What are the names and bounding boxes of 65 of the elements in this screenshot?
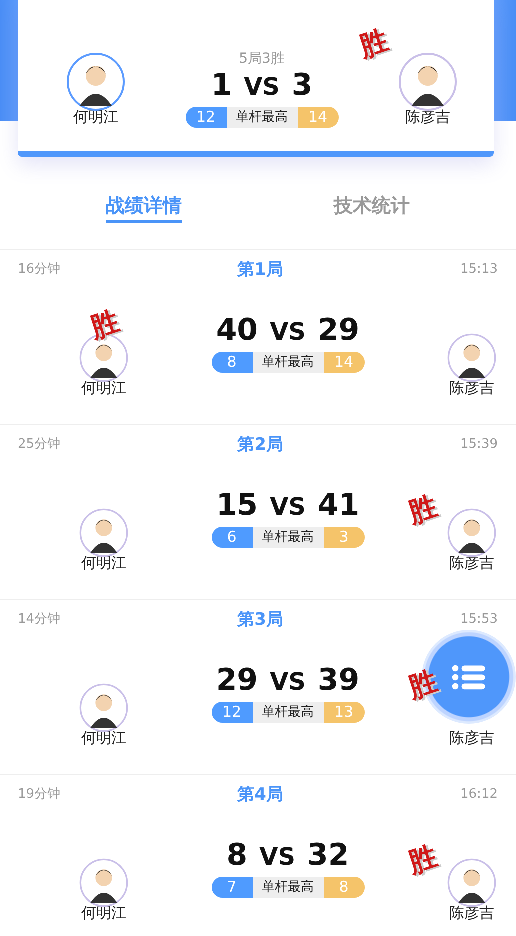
best-break-right: 14: [324, 352, 364, 373]
score: 15: [216, 488, 258, 523]
best-break-left: 7: [212, 877, 252, 898]
game-time: 15:13: [460, 262, 498, 276]
best-break-right: 14: [298, 106, 338, 128]
best-break-left: 6: [212, 527, 252, 548]
match-format: 5局3胜: [239, 50, 285, 68]
game-duration: 19分钟: [18, 786, 61, 803]
tab[interactable]: 技术统计: [334, 193, 410, 223]
best-break-left: 8: [212, 352, 252, 373]
win-label: 胜: [356, 26, 392, 62]
game-time: 16:12: [460, 786, 498, 802]
best-break-label: 单杆最高: [252, 702, 324, 723]
avatar-icon: [79, 508, 129, 558]
player-name: 陈彦吉: [450, 729, 494, 748]
tab[interactable]: 战绩详情: [106, 193, 182, 223]
game-title: 第2局: [238, 434, 284, 456]
score: 41: [318, 488, 360, 523]
player-name: 陈彦吉: [450, 904, 494, 923]
score: 39: [318, 663, 360, 698]
avatar-icon: [79, 683, 129, 733]
avatar-icon: [66, 52, 126, 112]
score: 8: [226, 838, 248, 873]
best-break-left: 12: [212, 702, 252, 723]
vs-label: VS: [244, 72, 280, 100]
game-time: 15:39: [460, 436, 498, 452]
player-name: 何明江: [74, 108, 118, 127]
win-label: 胜: [405, 667, 441, 703]
best-break-left: 12: [186, 106, 226, 128]
game-title: 第3局: [238, 608, 284, 630]
score: 3: [292, 68, 313, 102]
vs-label: VS: [270, 668, 306, 696]
best-break-label: 单杆最高: [252, 352, 324, 373]
vs-label: VS: [260, 843, 296, 871]
game-title: 第1局: [238, 258, 284, 280]
score: 1: [211, 68, 232, 102]
player-name: 陈彦吉: [450, 554, 494, 573]
score: 40: [216, 313, 258, 348]
win-label: 胜: [405, 842, 441, 878]
score: 29: [216, 663, 258, 698]
game-duration: 16分钟: [18, 261, 61, 278]
best-break-right: 13: [324, 702, 364, 723]
list-icon: [451, 664, 487, 690]
score: 29: [318, 313, 360, 348]
best-break-right: 3: [324, 527, 364, 548]
game-title: 第4局: [238, 784, 284, 806]
avatar-icon: [79, 858, 129, 908]
player-name: 何明江: [82, 904, 126, 923]
best-break-right: 8: [324, 877, 364, 898]
game-duration: 25分钟: [18, 436, 61, 453]
vs-label: VS: [270, 318, 306, 346]
best-break-label: 单杆最高: [252, 877, 324, 898]
best-break-label: 单杆最高: [226, 106, 298, 128]
game-time: 15:53: [460, 612, 498, 626]
player-name: 何明江: [82, 379, 126, 398]
player-name: 何明江: [82, 554, 126, 573]
game-duration: 14分钟: [18, 611, 61, 628]
player-name: 陈彦吉: [406, 108, 450, 127]
win-label: 胜: [405, 492, 441, 528]
best-break-label: 单杆最高: [252, 527, 324, 548]
win-label: 胜: [87, 307, 123, 343]
vs-label: VS: [270, 493, 306, 521]
player-name: 何明江: [82, 729, 126, 748]
player-name: 陈彦吉: [450, 379, 494, 398]
score: 32: [307, 838, 350, 873]
